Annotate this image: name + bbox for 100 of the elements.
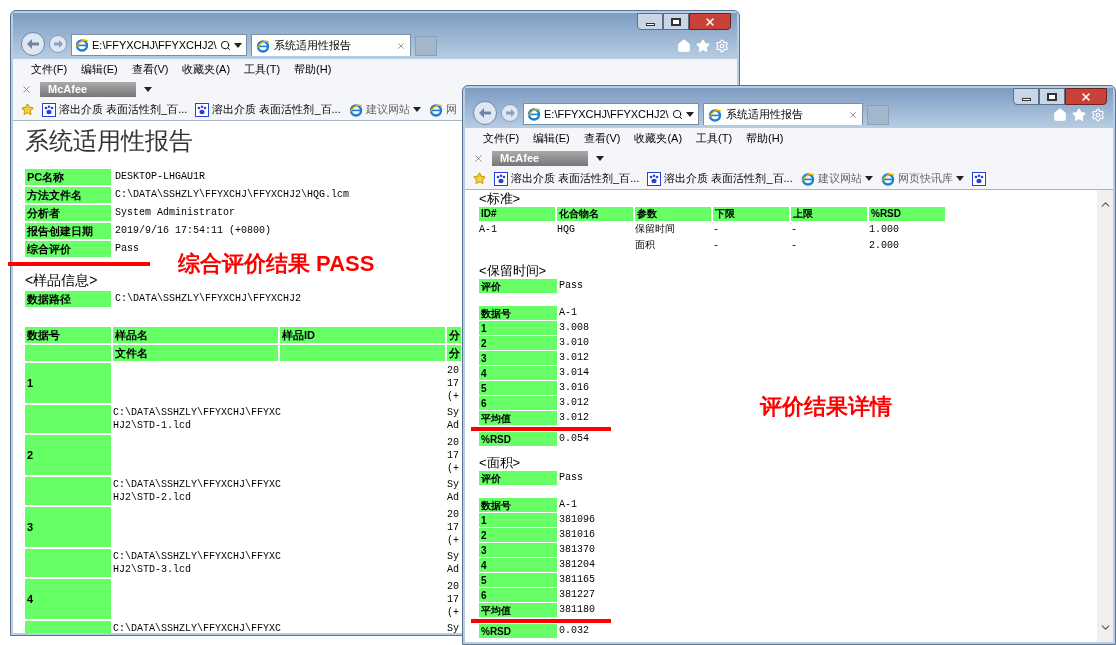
caret-icon [233,42,242,48]
value-text: System Administrator [114,206,236,220]
table-cell-text: A-1 [479,223,498,237]
menu-item[interactable]: 帮助(H) [294,60,332,78]
add-favorite-icon[interactable] [21,103,34,116]
close-button[interactable] [1065,88,1107,105]
menu-item[interactable]: 编辑(E) [81,60,118,78]
menu-item[interactable]: 查看(V) [131,60,169,78]
value-text: 3.016 [559,381,589,395]
ie-icon [75,38,89,52]
value-text: A-1 [559,498,577,512]
menu-item[interactable]: 收藏夹(A) [634,129,683,147]
paw-icon [42,102,56,117]
label-cell: 综合评价 [25,241,111,257]
browser-tab[interactable]: 系统适用性报告 [251,34,411,56]
paw-icon [647,171,662,186]
close-icon [704,15,716,28]
value-text: 0.054 [559,432,589,446]
home-icon[interactable] [1053,108,1067,122]
favorite-link[interactable]: 网 [445,101,457,118]
tab-close-icon [848,109,858,120]
table-cell-text: - [713,223,720,237]
table-cell-text: 保留时间 [635,223,676,237]
search-icon [671,108,683,120]
cell-text: 20 [447,436,459,449]
value-text: 381165 [559,573,595,587]
forward-button[interactable] [49,35,67,53]
favorite-link[interactable]: 建议网站 [365,101,410,118]
file-path-text: C:\DATA\SSHZLY\FFYXCHJ\FFYXC [113,478,282,491]
cell-text: (+ [447,390,459,403]
label-cell: 数据路径 [25,291,111,307]
section-heading: <标准> [479,191,521,207]
favorite-link[interactable]: 溶出介质 表面活性剂_百... [59,101,188,118]
minimize-button[interactable] [1013,88,1039,105]
home-icon[interactable] [677,39,691,53]
label-cell: 3 [479,543,557,557]
address-text: E:\FFYXCHJ\FFYXCHJ2\ [92,37,217,53]
back-button[interactable] [21,32,45,56]
label-cell: 5 [479,381,557,395]
scrollbar[interactable] [1097,190,1113,642]
menu-item[interactable]: 收藏夹(A) [182,60,231,78]
caret-icon [596,155,604,161]
cell-text: 17 [447,521,459,534]
favorite-link[interactable]: 溶出介质 表面活性剂_百... [511,170,640,187]
minimize-button[interactable] [637,13,663,30]
close-toolbar-icon[interactable] [21,83,32,95]
menu-item[interactable]: 工具(T) [244,60,281,78]
label-cell: 平均值 [479,603,557,617]
ie-icon [256,38,270,53]
add-favorite-icon[interactable] [473,172,486,185]
close-toolbar-icon[interactable] [473,152,484,164]
ie-icon [800,171,815,186]
menu-item[interactable]: 帮助(H) [746,129,784,147]
minimize-icon [1021,98,1031,101]
label-cell: 4 [479,558,557,572]
search-icon [219,39,231,51]
maximize-button[interactable] [1039,88,1065,105]
settings-icon[interactable] [1091,108,1105,122]
cell-text: Sy [447,478,459,491]
cell-text: 17 [447,377,459,390]
label-cell: 1 [479,513,557,527]
cell-text: 17 [447,593,459,606]
value-text: 3.012 [559,351,589,365]
label-cell: 方法文件名 [25,187,111,203]
favorites-star-icon[interactable] [1072,108,1086,122]
favorite-link[interactable]: 溶出介质 表面活性剂_百... [664,170,793,187]
settings-icon[interactable] [715,39,729,53]
paw-icon[interactable] [971,171,986,186]
address-field[interactable]: E:\FFYXCHJ\FFYXCHJ2\ [71,34,247,56]
header-cell: 上限 [791,207,867,221]
value-text: Pass [559,279,583,293]
browser-tab[interactable]: 系统适用性报告 [703,103,863,125]
maximize-button[interactable] [663,13,689,30]
favorites-star-icon[interactable] [696,39,710,53]
menu-item[interactable]: 编辑(E) [533,129,570,147]
value-text: 0.032 [559,624,589,638]
menu-item[interactable]: 文件(F) [31,60,68,78]
label-cell: PC名称 [25,169,111,185]
favorite-link[interactable]: 网页快讯库 [897,170,953,187]
close-button[interactable] [689,13,731,30]
address-field[interactable]: E:\FFYXCHJ\FFYXCHJ2\ [523,103,699,125]
forward-arrow-icon [505,109,515,117]
menu-item[interactable]: 工具(T) [696,129,733,147]
menu-item[interactable]: 文件(F) [483,129,520,147]
file-path-text: C:\DATA\SSHZLY\FFYXCHJ\FFYXC [113,550,282,563]
favorite-link[interactable]: 建议网站 [817,170,862,187]
menu-item[interactable]: 查看(V) [583,129,621,147]
header-cell: 化合物名 [557,207,633,221]
caret-icon [144,86,152,92]
close-icon [1080,90,1092,103]
cell-text: (+ [447,606,459,619]
favorite-link[interactable]: 溶出介质 表面活性剂_百... [212,101,341,118]
header-cell: ID# [479,207,555,221]
minimize-icon [645,23,655,26]
value-text: C:\DATA\SSHZLY\FFYXCHJ\FFYXCHJ2\HQG.lcm [114,188,350,202]
back-button[interactable] [473,101,497,125]
label-cell: 2 [479,528,557,542]
forward-button[interactable] [501,104,519,122]
header-cell: 参数 [635,207,711,221]
table-cell-text: - [713,239,720,253]
